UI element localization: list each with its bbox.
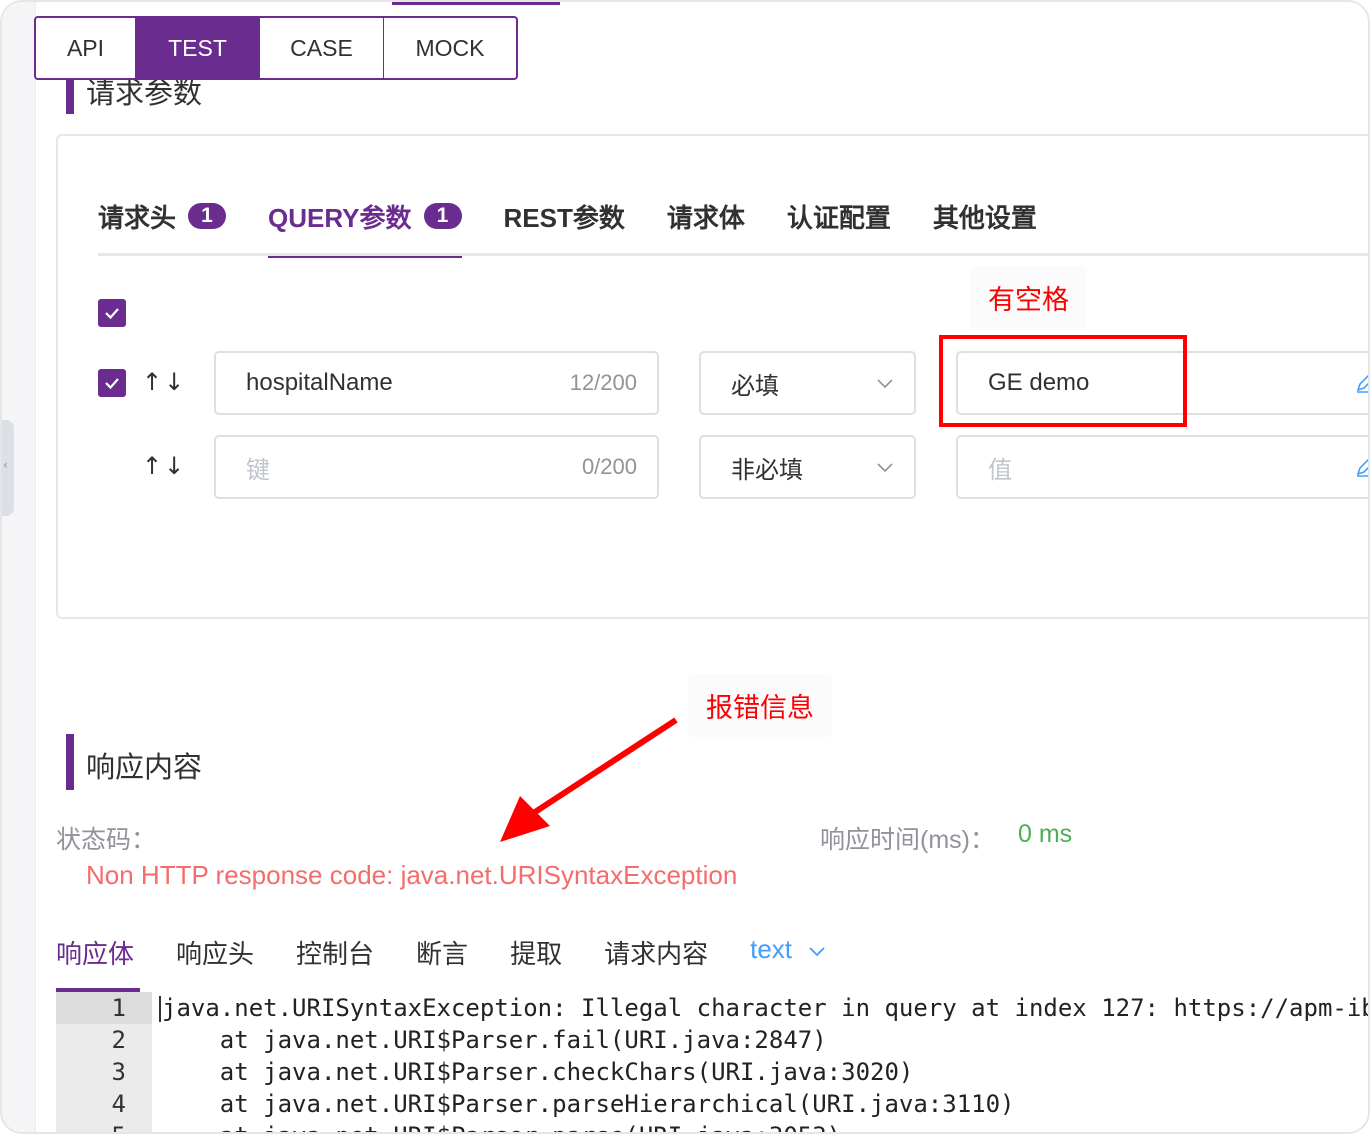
- line-number: 5: [56, 1122, 126, 1132]
- left-rail: [2, 2, 36, 1132]
- response-time-value: 0 ms: [1018, 820, 1073, 848]
- count-badge: 1: [423, 203, 462, 229]
- char-count: 0/200: [581, 454, 637, 479]
- param-key-input[interactable]: hospitalName 12/200: [214, 351, 659, 415]
- char-count: 12/200: [569, 370, 637, 395]
- line-text: at java.net.URI$Parser.fail(URI.java:284…: [162, 1026, 827, 1054]
- sort-arrows[interactable]: ↑↓: [142, 452, 186, 480]
- annotation-arrow-icon: [500, 717, 678, 842]
- top-accent-stripe: [392, 2, 560, 5]
- tab-headers[interactable]: 请求头 1: [98, 198, 227, 256]
- required-select[interactable]: 必填: [699, 351, 916, 415]
- select-all-checkbox[interactable]: [98, 299, 126, 327]
- sort-arrows[interactable]: ↑↓: [142, 368, 186, 396]
- chevron-down-icon: [809, 947, 825, 957]
- response-tabs: 响应体 响应头 控制台 断言 提取 请求内容 text: [56, 934, 826, 992]
- key-placeholder: 键: [246, 456, 270, 484]
- code-line: 2 at java.net.URI$Parser.fail(URI.java:2…: [56, 1024, 1368, 1056]
- tab-response-body[interactable]: 响应体: [56, 934, 141, 992]
- tab-case[interactable]: CASE: [260, 18, 384, 78]
- value-placeholder: 值: [988, 456, 1012, 484]
- code-line: 5 at java.net.URI$Parser.parse(URI.java:…: [56, 1120, 1368, 1132]
- tab-label: QUERY参数: [268, 203, 412, 233]
- tab-auth-config[interactable]: 认证配置: [787, 198, 891, 256]
- tab-other-settings[interactable]: 其他设置: [933, 198, 1037, 256]
- line-text: at java.net.URI$Parser.checkChars(URI.ja…: [162, 1058, 914, 1086]
- chevron-down-icon: [877, 379, 893, 389]
- tab-extract[interactable]: 提取: [510, 934, 562, 990]
- error-message: Non HTTP response code: java.net.URISynt…: [86, 860, 738, 890]
- status-code-label: 状态码：: [56, 826, 157, 854]
- sidebar-collapse-handle[interactable]: ‹: [2, 420, 14, 516]
- tab-test[interactable]: TEST: [136, 18, 260, 78]
- tab-label: 请求头: [98, 203, 177, 233]
- tab-assertions[interactable]: 断言: [416, 934, 468, 990]
- format-select[interactable]: text: [750, 934, 826, 990]
- line-number: 2: [111, 1026, 126, 1054]
- param-tabs: 请求头 1 QUERY参数 1 REST参数 请求体 认证配置 其他设置: [98, 198, 1079, 258]
- collapse-icon: ‹: [3, 458, 8, 472]
- line-number: 1: [56, 994, 126, 1022]
- tab-request-content[interactable]: 请求内容: [604, 934, 708, 990]
- text-cursor: [159, 996, 161, 1022]
- code-line: 4 at java.net.URI$Parser.parseHierarchic…: [56, 1088, 1368, 1120]
- section-marker: [66, 734, 74, 790]
- tabs-divider: [98, 253, 1368, 256]
- check-icon: [105, 378, 119, 390]
- param-key-value: hospitalName: [246, 369, 393, 396]
- mode-tabs: API TEST CASE MOCK: [34, 16, 518, 80]
- line-text: at java.net.URI$Parser.parseHierarchical…: [162, 1090, 1015, 1118]
- tab-api[interactable]: API: [36, 18, 136, 78]
- code-line: 1 java.net.URISyntaxException: Illegal c…: [56, 992, 1370, 1024]
- edit-icon[interactable]: [1354, 372, 1370, 394]
- response-time-label: 响应时间(ms)：: [820, 826, 995, 854]
- count-badge: 1: [188, 203, 227, 229]
- tab-console[interactable]: 控制台: [296, 934, 374, 990]
- tab-mock[interactable]: MOCK: [384, 18, 516, 78]
- row-checkbox[interactable]: [98, 369, 126, 397]
- line-text: at java.net.URI$Parser.parse(URI.java:30…: [162, 1122, 841, 1132]
- response-section-title: 响应内容: [86, 752, 203, 784]
- tab-rest-params[interactable]: REST参数: [504, 198, 625, 256]
- param-value-input[interactable]: 值: [956, 435, 1368, 499]
- line-text: java.net.URISyntaxException: Illegal cha…: [162, 994, 1370, 1022]
- app-window: ‹ API TEST CASE MOCK 请求参数 请求头 1 QUERY参数 …: [0, 0, 1370, 1134]
- code-line: 3 at java.net.URI$Parser.checkChars(URI.…: [56, 1056, 1368, 1088]
- edit-icon[interactable]: [1354, 456, 1370, 478]
- line-number: 4: [111, 1090, 126, 1118]
- annotation-error-note: 报错信息: [690, 676, 830, 735]
- format-value: text: [750, 934, 793, 964]
- response-code-viewer[interactable]: 1 java.net.URISyntaxException: Illegal c…: [56, 992, 1370, 1132]
- required-select[interactable]: 非必填: [699, 435, 916, 499]
- tab-response-headers[interactable]: 响应头: [176, 934, 254, 990]
- required-value: 必填: [731, 372, 779, 400]
- tab-request-body[interactable]: 请求体: [667, 198, 745, 256]
- check-icon: [105, 308, 119, 320]
- param-key-input[interactable]: 键 0/200: [214, 435, 659, 499]
- chevron-down-icon: [877, 463, 893, 473]
- tab-query-params[interactable]: QUERY参数 1: [268, 198, 462, 258]
- line-number: 3: [111, 1058, 126, 1086]
- annotation-highlight-box: [939, 335, 1187, 427]
- required-value: 非必填: [731, 456, 803, 484]
- annotation-space-note: 有空格: [972, 268, 1085, 327]
